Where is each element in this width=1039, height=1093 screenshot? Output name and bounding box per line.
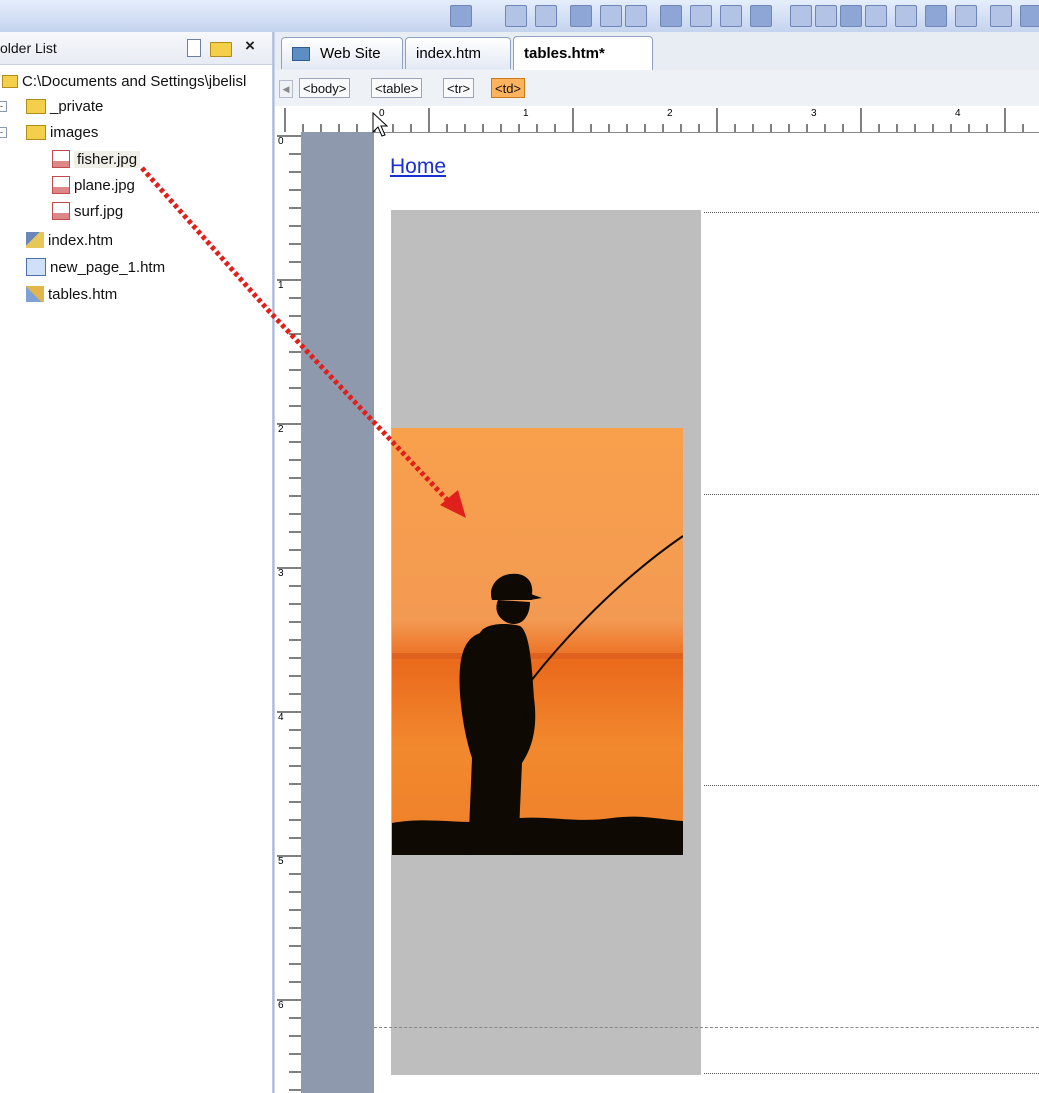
toolbar-button[interactable] bbox=[815, 5, 837, 27]
toolbar-button[interactable] bbox=[750, 5, 772, 27]
toolbar-button[interactable] bbox=[535, 5, 557, 27]
toolbar-button[interactable] bbox=[600, 5, 622, 27]
toolbar-button[interactable] bbox=[690, 5, 712, 27]
toolbar-button[interactable] bbox=[895, 5, 917, 27]
toolbar-button[interactable] bbox=[955, 5, 977, 27]
toolbar-button[interactable] bbox=[990, 5, 1012, 27]
toolbar-button[interactable] bbox=[570, 5, 592, 27]
toolbar-button[interactable] bbox=[625, 5, 647, 27]
toolbar-button[interactable] bbox=[720, 5, 742, 27]
toolbar-button[interactable] bbox=[790, 5, 812, 27]
drag-arrow-icon bbox=[140, 166, 466, 518]
toolbar-button[interactable] bbox=[840, 5, 862, 27]
toolbar-button[interactable] bbox=[925, 5, 947, 27]
toolbar-button[interactable] bbox=[865, 5, 887, 27]
toolbar-button[interactable] bbox=[660, 5, 682, 27]
toolbar-button[interactable] bbox=[450, 5, 472, 27]
toolbar-button[interactable] bbox=[505, 5, 527, 27]
toolbar-button[interactable] bbox=[1020, 5, 1039, 27]
cursor-icon bbox=[372, 112, 388, 137]
